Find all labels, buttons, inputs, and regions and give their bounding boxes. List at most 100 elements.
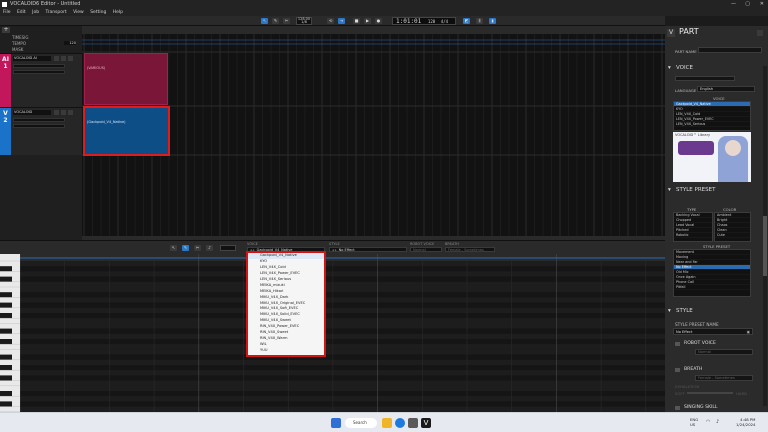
play-icon[interactable]: ▶ — [364, 18, 371, 24]
piano-roll-grid — [20, 254, 665, 412]
pencil-tool-icon[interactable]: ✎ — [182, 245, 189, 251]
menu-file[interactable]: File — [3, 10, 11, 15]
piano-keyboard[interactable] — [0, 254, 20, 412]
metronome-icon[interactable]: ◩ — [463, 18, 470, 24]
note-length-select[interactable] — [220, 245, 236, 251]
part-name-label: PART NAME — [675, 49, 697, 54]
breath-toggle[interactable] — [675, 368, 680, 372]
robot-voice-dropdown[interactable]: Normal — [410, 247, 442, 252]
exhalation-slider[interactable] — [687, 392, 733, 394]
breath-dropdown[interactable]: Female - Sometimes — [445, 247, 495, 252]
style-preset-name-label: STYLE PRESET NAME — [675, 322, 719, 327]
voice-search-input[interactable] — [675, 76, 735, 81]
loop-icon[interactable]: ⟲ — [327, 18, 334, 24]
menu-view[interactable]: View — [73, 10, 84, 15]
wifi-icon[interactable]: ◠ — [706, 419, 710, 425]
style-preset-item[interactable]: Pitfall — [674, 285, 750, 290]
pencil-tool-icon[interactable]: ✎ — [272, 18, 279, 24]
settings-icon[interactable] — [68, 56, 73, 61]
quantize-value: 1/8 — [301, 20, 307, 24]
editor-toolbar: ↖ ✎ ✂ ♪ VOICE ◂ ▸ Gackpoid_V4_Native STYL… — [0, 240, 665, 254]
panel-menu-icon[interactable] — [757, 30, 763, 36]
black-key — [0, 339, 12, 345]
file-explorer-icon[interactable] — [382, 418, 392, 428]
breath-select[interactable]: Female - Sometimes — [695, 375, 753, 381]
style-dropdown[interactable]: ◂ ▸ No Effect — [329, 247, 407, 252]
inspector-scrollbar[interactable] — [763, 66, 767, 406]
type-list[interactable]: Backing Vocal Chopped Lead Vocal Pitched Rob… — [673, 212, 713, 242]
part-name-input[interactable] — [698, 47, 762, 53]
black-key — [0, 354, 12, 360]
solo-button[interactable] — [61, 110, 66, 115]
clock[interactable]: 4:48 PM 1/24/2024 — [736, 417, 755, 427]
store-icon[interactable] — [408, 418, 418, 428]
search-label: Search — [353, 420, 367, 425]
piano-roll-row — [20, 401, 665, 407]
solo-button[interactable] — [61, 56, 66, 61]
pan-slider[interactable] — [13, 124, 65, 128]
pan-slider[interactable] — [13, 70, 65, 74]
style-section-header[interactable]: ▾ STYLE — [665, 306, 762, 316]
settings-icon[interactable] — [68, 110, 73, 115]
scissors-tool-icon[interactable]: ✂ — [283, 18, 290, 24]
mixer-icon[interactable]: ⫼ — [476, 18, 483, 24]
pointer-tool-icon[interactable]: ↖ — [261, 18, 268, 24]
volume-slider[interactable] — [13, 64, 65, 68]
piano-roll-row — [20, 333, 665, 339]
language-indicator[interactable]: ENG US — [690, 417, 698, 427]
track-name[interactable]: VOCALOID — [13, 110, 51, 115]
minimize-icon[interactable]: — — [731, 0, 736, 9]
part-vocaloid-block[interactable]: (Gackpoid_V4_Native) — [83, 106, 170, 156]
record-icon[interactable]: ● — [375, 18, 382, 24]
voice-list-item[interactable]: LEN_V4X_Serious — [674, 122, 750, 127]
vocaloid-taskbar-icon[interactable]: V — [421, 418, 431, 428]
menu-transport[interactable]: Transport — [46, 10, 67, 15]
pointer-tool-icon[interactable]: ↖ — [170, 245, 177, 251]
search-box[interactable]: Search — [345, 418, 377, 428]
volume-slider[interactable] — [13, 118, 65, 122]
stop-icon[interactable]: ■ — [353, 18, 360, 24]
panel-toggle-icon[interactable]: ▮ — [489, 18, 496, 24]
tempo-value[interactable]: 120 — [64, 41, 76, 45]
piano-roll-row — [20, 344, 665, 350]
piano-roll-row — [20, 375, 665, 381]
scissors-tool-icon[interactable]: ✂ — [194, 245, 201, 251]
menu-job[interactable]: Job — [32, 10, 39, 15]
singing-skill-toggle[interactable] — [675, 406, 680, 410]
robot-voice-toggle[interactable] — [675, 342, 680, 346]
language-select[interactable]: English — [697, 86, 755, 92]
voice-dropdown-list[interactable]: Gackpoid_V4_Native KYO LEN_V4X_Cold LEN_V4X… — [246, 251, 326, 357]
track-1[interactable]: AI 1 VOCALOID AI — [0, 53, 82, 107]
follow-icon[interactable]: ⇥ — [338, 18, 345, 24]
color-list[interactable]: Ambient Bright Chaos Clean Cute — [714, 212, 751, 242]
start-icon[interactable] — [331, 418, 341, 428]
menu-edit[interactable]: Edit — [17, 10, 26, 15]
style-preset-list[interactable]: Movement Moving Near and Far No Effect Old M… — [673, 249, 751, 297]
breath-section-label: BREATH — [684, 367, 703, 372]
track-name[interactable]: VOCALOID AI — [13, 56, 51, 61]
track-2[interactable]: V2 VOCALOID — [0, 107, 82, 155]
menu-help[interactable]: Help — [113, 10, 123, 15]
close-icon[interactable]: ✕ — [760, 0, 764, 9]
maximize-icon[interactable]: ▢ — [745, 0, 750, 9]
voice-section-header[interactable]: ▾ VOICE — [665, 63, 762, 73]
volume-icon[interactable]: ♪ — [716, 419, 719, 425]
mute-button[interactable] — [54, 110, 59, 115]
color-list-item[interactable]: Cute — [715, 233, 750, 238]
voice-list[interactable]: Gackpoid_V4_Native KYO LEN_V4X_Cold LEN_V4X… — [673, 101, 751, 131]
edge-icon[interactable] — [395, 418, 405, 428]
robot-voice-select[interactable]: Normal — [695, 349, 753, 355]
piano-roll[interactable] — [20, 254, 665, 412]
type-list-item[interactable]: Robotic — [674, 233, 712, 238]
voice-option[interactable]: YUU — [248, 348, 324, 354]
style-preset-name-field[interactable]: No Effect ▣ — [673, 328, 753, 335]
save-icon[interactable]: ▣ — [747, 329, 750, 335]
menu-setting[interactable]: Setting — [90, 10, 106, 15]
mute-button[interactable] — [54, 56, 59, 61]
quantize-icon[interactable]: ♪ — [206, 245, 213, 251]
style-preset-section-header[interactable]: ▾ STYLE PRESET — [665, 185, 762, 195]
arranger-area[interactable]: (VARIOUS) (Gackpoid_V4_Native) — [82, 26, 665, 240]
part-ai-block[interactable]: (VARIOUS) — [84, 53, 168, 105]
quantize-select[interactable]: 128.00 1/8 — [296, 17, 312, 25]
add-track-button[interactable]: + — [2, 27, 10, 33]
